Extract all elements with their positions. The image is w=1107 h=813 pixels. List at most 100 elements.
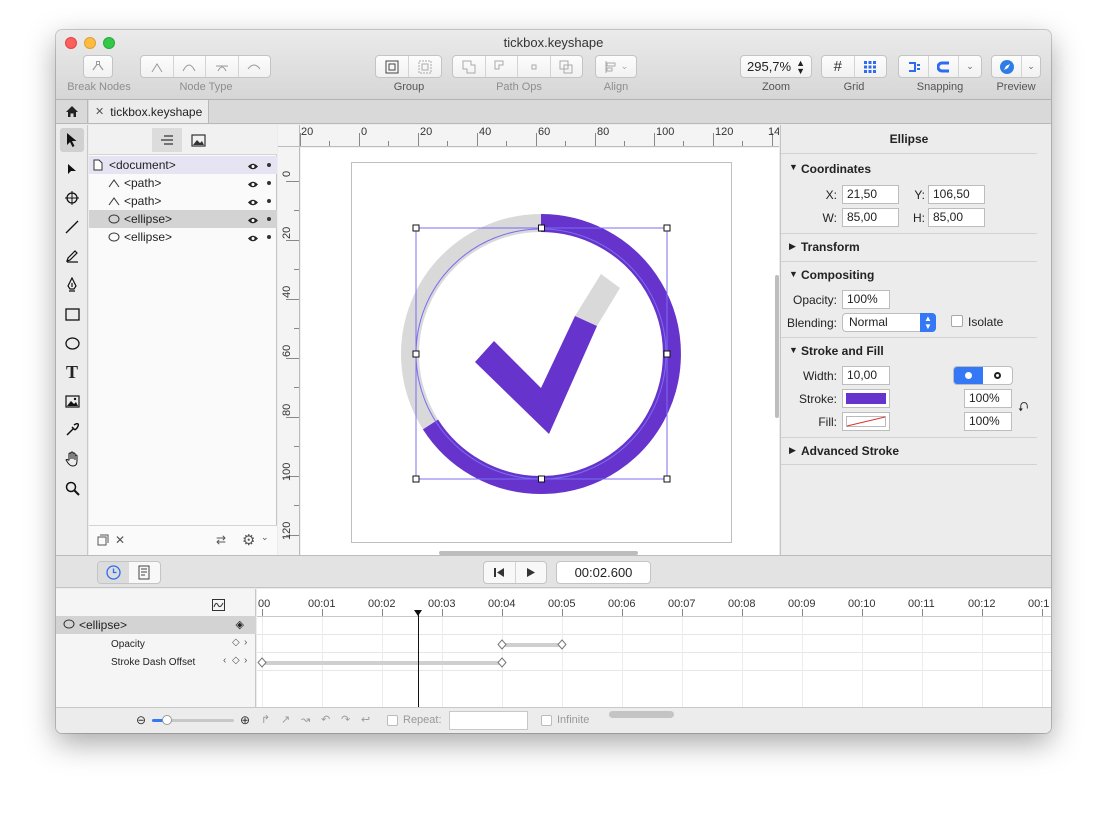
eyedropper-tool[interactable]: [60, 418, 84, 442]
disclosure-open-icon[interactable]: ▼: [789, 345, 798, 355]
resize-handle-bl[interactable]: [412, 475, 420, 483]
stroke-center-option[interactable]: [954, 367, 983, 384]
disclosure-closed-icon[interactable]: ▶: [789, 445, 796, 456]
snap-to-grid-button[interactable]: [929, 56, 959, 77]
bounce-icon[interactable]: ↩: [361, 713, 370, 726]
x-field[interactable]: 21,50: [842, 185, 899, 204]
hold-icon[interactable]: ↷: [341, 713, 350, 726]
opacity-keyframe-end[interactable]: [557, 639, 567, 650]
play-button[interactable]: [516, 562, 547, 583]
rewind-button[interactable]: [484, 562, 516, 583]
zoom-control[interactable]: 295,7% ▲ ▼: [740, 55, 812, 78]
current-time-field[interactable]: 00:02.600: [556, 561, 651, 584]
close-tab-icon[interactable]: ✕: [95, 105, 104, 118]
ease-in-out-icon[interactable]: ↝: [301, 713, 310, 726]
w-field[interactable]: 85,00: [842, 208, 899, 227]
lock-dot-icon[interactable]: [267, 163, 271, 167]
zoom-in-icon[interactable]: ⊕: [240, 713, 250, 727]
node-type-disconnected-button[interactable]: [206, 56, 239, 77]
infinite-checkbox[interactable]: [541, 715, 552, 726]
chevron-down-icon[interactable]: ⌄: [261, 532, 269, 543]
stroke-outside-option[interactable]: [983, 367, 1012, 384]
opacity-field[interactable]: 100%: [842, 290, 890, 309]
ungroup-button[interactable]: [409, 56, 441, 77]
coordinates-header[interactable]: Coordinates: [801, 162, 871, 176]
checkmark[interactable]: [475, 316, 597, 434]
add-keyframe-icon[interactable]: ◈: [236, 618, 244, 631]
pencil-tool[interactable]: [60, 244, 84, 268]
zoom-tool[interactable]: [60, 476, 84, 500]
lock-dot-icon[interactable]: [267, 181, 271, 185]
path-union-button[interactable]: [453, 56, 486, 77]
pixel-grid-toggle-button[interactable]: [855, 56, 887, 77]
next-keyframe-icon[interactable]: ›: [244, 637, 247, 648]
home-button[interactable]: [56, 100, 88, 123]
compositing-header[interactable]: Compositing: [801, 268, 874, 282]
timeline-zoom-slider[interactable]: [152, 715, 234, 725]
hand-tool[interactable]: [60, 447, 84, 471]
resize-handle-mr[interactable]: [663, 350, 671, 358]
isolate-checkbox[interactable]: [951, 315, 963, 327]
transform-header[interactable]: Transform: [801, 240, 860, 254]
break-nodes-button[interactable]: [83, 55, 113, 78]
dash-offset-keyframe-start[interactable]: [257, 657, 267, 668]
keyframe-diamond-icon[interactable]: ◇: [232, 637, 240, 648]
swap-stroke-fill-icon[interactable]: ⮏: [1018, 398, 1028, 420]
dash-offset-keyframe-end[interactable]: [497, 657, 507, 668]
line-tool[interactable]: [60, 215, 84, 239]
blending-select[interactable]: Normal ▲ ▼: [842, 313, 936, 332]
disclosure-open-icon[interactable]: ▼: [789, 269, 798, 279]
track-row-ellipse[interactable]: <ellipse> ◈: [56, 616, 256, 634]
progress-arc[interactable]: [422, 214, 681, 494]
ease-out-icon[interactable]: ↗: [281, 713, 290, 726]
ease-in-icon[interactable]: ↱: [261, 713, 270, 726]
y-field[interactable]: 106,50: [928, 185, 985, 204]
align-menu-button[interactable]: ⌄: [595, 55, 637, 78]
prev-keyframe-icon[interactable]: ‹: [223, 655, 226, 666]
eye-icon[interactable]: [247, 160, 259, 174]
text-tool[interactable]: T: [60, 360, 84, 384]
layer-row-ellipse-2[interactable]: <ellipse>: [89, 228, 277, 246]
delete-layer-icon[interactable]: ✕: [115, 533, 125, 547]
resize-handle-tl[interactable]: [412, 224, 420, 232]
repeat-checkbox[interactable]: [387, 715, 398, 726]
ellipse-tool[interactable]: [60, 331, 84, 355]
node-type-mirrored-button[interactable]: [174, 56, 206, 77]
lock-dot-icon[interactable]: [267, 235, 271, 239]
swap-icon[interactable]: ⇄: [216, 533, 226, 547]
lock-dot-icon[interactable]: [267, 217, 271, 221]
lock-dot-icon[interactable]: [267, 199, 271, 203]
eye-icon[interactable]: [247, 178, 259, 192]
assets-view-button[interactable]: [183, 128, 213, 152]
eye-icon[interactable]: [247, 232, 259, 246]
linear-icon[interactable]: ↶: [321, 713, 330, 726]
layers-view-button[interactable]: [152, 128, 182, 152]
tab-tickbox[interactable]: ✕ tickbox.keyshape: [89, 100, 209, 123]
direct-select-tool[interactable]: [60, 157, 84, 181]
canvas-stage[interactable]: [301, 148, 779, 555]
layer-row-path-1[interactable]: <path>: [89, 174, 277, 192]
opacity-interval-bar[interactable]: [504, 643, 562, 647]
fill-opacity-field[interactable]: 100%: [964, 412, 1012, 431]
stroke-color-well[interactable]: [842, 389, 890, 408]
repeat-count-field[interactable]: [449, 711, 528, 730]
path-intersect-button[interactable]: [518, 56, 551, 77]
grid-toggle-button[interactable]: #: [822, 56, 855, 77]
layer-row-document[interactable]: <document>: [89, 156, 277, 174]
path-exclude-button[interactable]: [551, 56, 583, 77]
keyframe-diamond-icon[interactable]: ◇: [232, 655, 240, 666]
stroke-fill-header[interactable]: Stroke and Fill: [801, 344, 884, 358]
zoom-out-icon[interactable]: ⊖: [136, 713, 146, 727]
gear-icon[interactable]: ⚙: [242, 531, 255, 549]
preview-button[interactable]: [992, 56, 1022, 77]
node-type-asymmetric-button[interactable]: [239, 56, 271, 77]
rectangle-tool[interactable]: [60, 302, 84, 326]
node-type-straight-button[interactable]: [141, 56, 174, 77]
advanced-stroke-header[interactable]: Advanced Stroke: [801, 444, 899, 458]
artwork[interactable]: [301, 148, 779, 555]
image-tool[interactable]: [60, 389, 84, 413]
group-button[interactable]: [376, 56, 409, 77]
resize-handle-br[interactable]: [663, 475, 671, 483]
path-subtract-button[interactable]: [486, 56, 518, 77]
h-field[interactable]: 85,00: [928, 208, 985, 227]
